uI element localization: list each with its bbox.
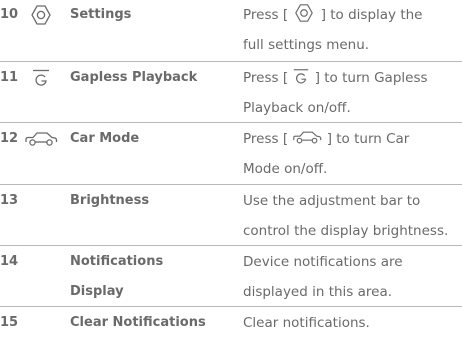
desc-text: full settings menu. <box>243 37 370 53</box>
desc-text: Press [ <box>243 7 289 23</box>
desc-text: Press [ <box>243 70 289 86</box>
table-row: 14 Notifications Display Device notifica… <box>0 247 462 305</box>
row-name: Car Mode <box>70 131 140 146</box>
row-number: 10 <box>0 7 19 22</box>
row-number: 15 <box>0 315 19 330</box>
row-divider <box>0 306 462 307</box>
car-mode-icon <box>24 131 58 147</box>
table-row: 11 Gapless Playback Press [ ] to turn Ga… <box>0 63 462 121</box>
row-divider <box>0 245 462 246</box>
desc-text: ] to turn Car <box>326 131 410 147</box>
row-divider <box>0 184 462 185</box>
desc-text: Press [ <box>243 131 289 147</box>
row-number: 12 <box>0 131 19 146</box>
desc-text: control the display brightness. <box>243 223 449 239</box>
car-mode-icon <box>292 130 322 145</box>
row-description: Clear notifications. <box>243 308 462 338</box>
settings-icon <box>292 3 316 23</box>
row-number: 14 <box>0 254 19 269</box>
settings-icon <box>28 4 54 26</box>
row-name: Display <box>70 284 124 299</box>
row-name: Gapless Playback <box>70 70 198 85</box>
row-description: Press [ ] to turn Car Mode on/off. <box>243 124 462 184</box>
row-description: Device notifications are displayed in th… <box>243 247 462 307</box>
row-divider <box>0 61 462 62</box>
settings-reference-table: 10 Settings Press [ ] to display the ful… <box>0 0 462 336</box>
row-name: Notifications <box>70 254 164 269</box>
desc-text: ] to display the <box>320 7 423 23</box>
row-name: Clear Notifications <box>70 315 206 330</box>
row-description: Use the adjustment bar to control the di… <box>243 186 462 246</box>
row-number: 13 <box>0 193 19 208</box>
desc-text: Clear notifications. <box>243 315 370 331</box>
row-divider <box>0 122 462 123</box>
table-row: 10 Settings Press [ ] to display the ful… <box>0 0 462 60</box>
gapless-playback-icon <box>292 67 310 86</box>
table-row: 13 Brightness Use the adjustment bar to … <box>0 186 462 244</box>
table-row: 12 Car Mode Press [] to turn Car Mode o… <box>0 124 462 183</box>
row-name: Brightness <box>70 193 150 208</box>
row-name: Settings <box>70 7 132 22</box>
gapless-playback-icon <box>31 68 51 88</box>
desc-text: Use the adjustment bar to <box>243 193 421 209</box>
desc-text: displayed in this area. <box>243 284 393 300</box>
row-description: Press [ ] to turn Gapless Playback on/of… <box>243 63 462 123</box>
desc-text: ] to turn Gapless <box>314 70 428 86</box>
desc-text: Device notifications are <box>243 254 403 270</box>
desc-text: Mode on/off. <box>243 161 328 177</box>
desc-text: Playback on/off. <box>243 100 351 116</box>
row-number: 11 <box>0 70 19 85</box>
row-description: Press [ ] to display the full settings m… <box>243 0 462 60</box>
table-row: 15 Clear Notifications Clear notificatio… <box>0 308 462 336</box>
